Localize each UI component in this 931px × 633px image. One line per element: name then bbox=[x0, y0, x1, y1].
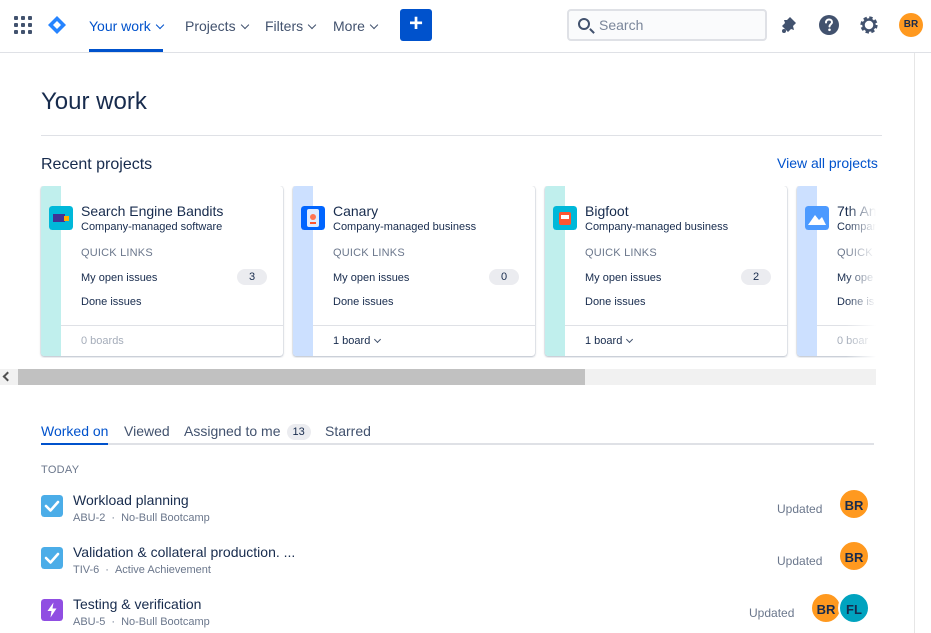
item-meta: TIV-6 · Active Achievement bbox=[73, 564, 211, 576]
boards-label: 0 boards bbox=[81, 335, 124, 347]
status-label: Updated bbox=[777, 502, 823, 516]
done-issues-link[interactable]: Done issues bbox=[585, 296, 771, 308]
project-name[interactable]: Search Engine Bandits bbox=[81, 203, 223, 219]
list-item[interactable]: Workload planning ABU-2 · No-Bull Bootcamp… bbox=[41, 488, 874, 534]
carousel-fade bbox=[846, 186, 876, 358]
list-item[interactable]: Validation & collateral production. ... … bbox=[41, 540, 874, 586]
item-title[interactable]: Workload planning bbox=[73, 492, 189, 508]
create-button[interactable]: + bbox=[400, 9, 432, 41]
status-label: Updated bbox=[777, 554, 823, 568]
help-icon[interactable] bbox=[818, 14, 840, 36]
page-title: Your work bbox=[41, 88, 147, 115]
my-open-issues-link[interactable]: My open issues 0 bbox=[333, 269, 519, 285]
issue-count-badge: 0 bbox=[489, 269, 519, 285]
recent-projects-carousel: Search Engine Bandits Company-managed so… bbox=[0, 186, 876, 358]
task-checkbox-icon bbox=[41, 547, 63, 569]
user-avatar[interactable]: BR bbox=[899, 13, 923, 37]
issue-count-badge: 2 bbox=[741, 269, 771, 285]
item-meta: ABU-2 · No-Bull Bootcamp bbox=[73, 512, 210, 524]
assigned-count-badge: 13 bbox=[286, 424, 311, 440]
tab-starred[interactable]: Starred bbox=[325, 423, 371, 439]
nav-more[interactable]: More bbox=[333, 0, 379, 52]
project-avatar-icon bbox=[301, 206, 325, 230]
project-type: Company-managed software bbox=[81, 221, 223, 233]
top-navigation: Your work Projects Filters More + BR bbox=[0, 0, 931, 53]
settings-gear-icon[interactable] bbox=[858, 14, 880, 36]
chevron-down-icon bbox=[240, 20, 249, 29]
tab-worked-on[interactable]: Worked on bbox=[41, 423, 109, 445]
nav-filters[interactable]: Filters bbox=[265, 0, 317, 52]
done-issues-link[interactable]: Done issues bbox=[333, 296, 519, 308]
avatar[interactable]: FL bbox=[838, 592, 870, 624]
item-meta: ABU-5 · No-Bull Bootcamp bbox=[73, 616, 210, 628]
my-open-issues-link[interactable]: My open issues 2 bbox=[585, 269, 771, 285]
project-card[interactable]: Search Engine Bandits Company-managed so… bbox=[41, 186, 283, 356]
avatar[interactable]: BR bbox=[838, 488, 870, 520]
project-name[interactable]: Canary bbox=[333, 203, 378, 219]
project-avatar-icon bbox=[553, 206, 577, 230]
chevron-down-icon bbox=[369, 20, 379, 29]
list-item[interactable]: Testing & verification ABU-5 · No-Bull Boo… bbox=[41, 592, 874, 633]
divider bbox=[41, 135, 882, 136]
project-name[interactable]: Bigfoot bbox=[585, 203, 629, 219]
search-icon bbox=[578, 18, 590, 30]
search-box[interactable] bbox=[567, 9, 767, 41]
tab-assigned-to-me[interactable]: Assigned to me 13 bbox=[184, 423, 311, 440]
item-title[interactable]: Testing & verification bbox=[73, 596, 201, 612]
done-issues-link[interactable]: Done issues bbox=[81, 296, 267, 308]
vertical-scrollbar[interactable] bbox=[914, 53, 931, 633]
boards-dropdown[interactable]: 1 board bbox=[585, 335, 634, 347]
quick-links-label: QUICK LINKS bbox=[81, 247, 153, 259]
item-title[interactable]: Validation & collateral production. ... bbox=[73, 544, 295, 560]
today-heading: TODAY bbox=[41, 464, 80, 476]
divider bbox=[313, 325, 535, 326]
task-checkbox-icon bbox=[41, 495, 63, 517]
my-open-issues-link[interactable]: My open issues 3 bbox=[81, 269, 267, 285]
horizontal-scrollbar[interactable] bbox=[0, 369, 876, 385]
app-switcher-icon[interactable] bbox=[13, 15, 33, 35]
tab-viewed[interactable]: Viewed bbox=[124, 423, 170, 439]
project-card[interactable]: Bigfoot Company-managed business QUICK L… bbox=[545, 186, 787, 356]
quick-links-label: QUICK LINKS bbox=[585, 247, 657, 259]
notification-bell-icon[interactable] bbox=[778, 14, 800, 36]
project-avatar-icon bbox=[49, 206, 73, 230]
issue-count-badge: 3 bbox=[237, 269, 267, 285]
divider bbox=[565, 325, 787, 326]
nav-your-work[interactable]: Your work bbox=[89, 0, 164, 52]
avatar[interactable]: BR bbox=[838, 540, 870, 572]
project-type: Company-managed business bbox=[585, 221, 729, 233]
scroll-left-arrow-icon[interactable] bbox=[2, 371, 13, 382]
project-avatar-icon bbox=[805, 206, 829, 230]
divider bbox=[61, 325, 283, 326]
status-label: Updated bbox=[749, 606, 795, 620]
project-card[interactable]: Canary Company-managed business QUICK LI… bbox=[293, 186, 535, 356]
boards-dropdown[interactable]: 1 board bbox=[333, 335, 382, 347]
scrollbar-thumb[interactable] bbox=[18, 369, 585, 385]
search-input[interactable] bbox=[599, 15, 759, 35]
chevron-down-icon bbox=[155, 20, 164, 29]
recent-projects-heading: Recent projects bbox=[41, 156, 153, 173]
chevron-down-icon bbox=[626, 335, 634, 344]
quick-links-label: QUICK LINKS bbox=[333, 247, 405, 259]
jira-logo-icon[interactable] bbox=[47, 15, 67, 35]
chevron-down-icon bbox=[307, 20, 317, 29]
work-tabs: Worked on Viewed Assigned to me 13 Starre… bbox=[41, 420, 874, 445]
nav-projects[interactable]: Projects bbox=[185, 0, 249, 52]
project-type: Company-managed business bbox=[333, 221, 477, 233]
chevron-down-icon bbox=[374, 335, 382, 344]
view-all-projects-link[interactable]: View all projects bbox=[777, 155, 878, 171]
epic-lightning-icon bbox=[41, 599, 63, 621]
